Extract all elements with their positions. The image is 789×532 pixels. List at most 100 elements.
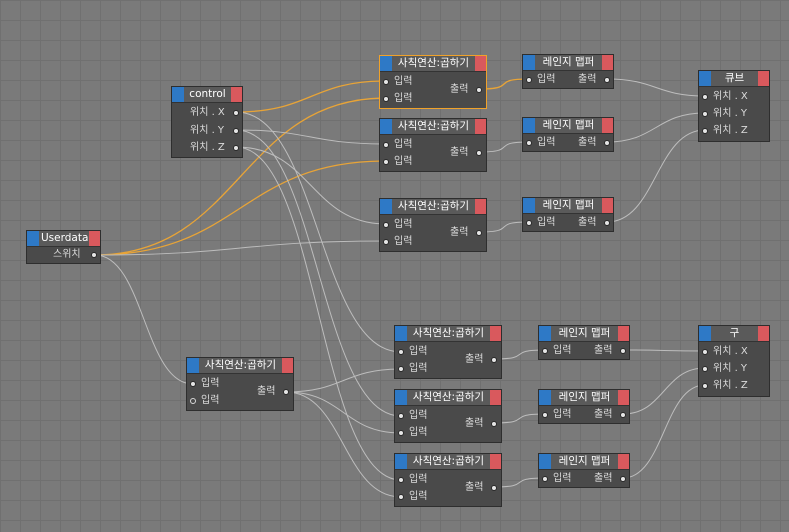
output-port[interactable] — [476, 150, 482, 156]
node-header[interactable]: 구 — [699, 326, 769, 342]
node-close-icon[interactable] — [758, 71, 769, 86]
node-close-icon[interactable] — [89, 231, 100, 246]
input-port-2[interactable] — [398, 430, 404, 436]
input-port-2[interactable] — [383, 159, 389, 165]
node-header[interactable]: 레인지 맵퍼 — [539, 390, 629, 406]
range-mapper-node-6[interactable]: 레인지 맵퍼 입력 출력 — [538, 453, 630, 488]
node-header[interactable]: control — [172, 87, 242, 103]
node-header[interactable]: 레인지 맵퍼 — [539, 454, 629, 470]
input-port-1[interactable] — [383, 222, 389, 228]
node-close-icon[interactable] — [618, 390, 629, 405]
node-close-icon[interactable] — [602, 118, 613, 133]
input-port[interactable] — [526, 77, 532, 83]
input-port-1[interactable] — [398, 477, 404, 483]
input-port-z[interactable] — [702, 383, 708, 389]
node-type-icon — [395, 454, 407, 469]
node-header[interactable]: 사칙연산:곱하기 — [380, 199, 486, 215]
node-header[interactable]: 사칙연산:곱하기 — [395, 326, 501, 342]
input-port-2-unconnected[interactable] — [190, 398, 196, 404]
range-mapper-node-4[interactable]: 레인지 맵퍼 입력 출력 — [538, 325, 630, 360]
output-port[interactable] — [604, 140, 610, 146]
wire-mapper-2-to-cube-y — [606, 112, 706, 143]
node-header[interactable]: 사칙연산:곱하기 — [187, 358, 293, 374]
output-port-z[interactable] — [233, 145, 239, 151]
input-port-1[interactable] — [383, 142, 389, 148]
node-header[interactable]: 사칙연산:곱하기 — [380, 119, 486, 135]
node-header[interactable]: 사칙연산:곱하기 — [395, 390, 501, 406]
output-port[interactable] — [604, 77, 610, 83]
input-port-2[interactable] — [383, 239, 389, 245]
node-close-icon[interactable] — [282, 358, 293, 373]
cube-node[interactable]: 큐브 위치 . X 위치 . Y 위치 . Z — [698, 70, 770, 142]
math-node-6[interactable]: 사칙연산:곱하기 입력 입력 출력 — [394, 453, 502, 507]
input-port-y[interactable] — [702, 366, 708, 372]
node-close-icon[interactable] — [618, 326, 629, 341]
output-port[interactable] — [620, 348, 626, 354]
input-port[interactable] — [526, 220, 532, 226]
node-close-icon[interactable] — [475, 119, 486, 134]
node-title: 구 — [729, 327, 740, 339]
input-port-1[interactable] — [398, 413, 404, 419]
range-mapper-node-3[interactable]: 레인지 맵퍼 입력 출력 — [522, 197, 614, 232]
node-close-icon[interactable] — [490, 390, 501, 405]
input-port[interactable] — [542, 412, 548, 418]
input-port-1[interactable] — [398, 349, 404, 355]
input-port[interactable] — [542, 476, 548, 482]
node-close-icon[interactable] — [475, 56, 486, 71]
input-port-x[interactable] — [702, 349, 708, 355]
output-port[interactable] — [604, 220, 610, 226]
node-close-icon[interactable] — [490, 326, 501, 341]
output-port-y[interactable] — [233, 128, 239, 134]
output-port[interactable] — [491, 421, 497, 427]
control-node[interactable]: control 위치 . X 위치 . Y 위치 . Z — [171, 86, 243, 158]
input-port[interactable] — [542, 348, 548, 354]
output-port[interactable] — [476, 87, 482, 93]
output-port[interactable] — [491, 357, 497, 363]
input-port-1[interactable] — [190, 381, 196, 387]
math-node-2[interactable]: 사칙연산:곱하기 입력 입력 출력 — [379, 118, 487, 172]
sphere-node[interactable]: 구 위치 . X 위치 . Y 위치 . Z — [698, 325, 770, 397]
node-header[interactable]: 레인지 맵퍼 — [539, 326, 629, 342]
math-node-5[interactable]: 사칙연산:곱하기 입력 입력 출력 — [394, 389, 502, 443]
input-port-2[interactable] — [398, 494, 404, 500]
output-port[interactable] — [476, 230, 482, 236]
node-header[interactable]: Userdata — [27, 231, 100, 247]
input-label: 입력 — [409, 363, 428, 374]
output-port-switch[interactable] — [91, 252, 97, 258]
range-mapper-node-5[interactable]: 레인지 맵퍼 입력 출력 — [538, 389, 630, 424]
input-label: 입력 — [201, 395, 220, 406]
node-header[interactable]: 레인지 맵퍼 — [523, 198, 613, 214]
input-port-1[interactable] — [383, 79, 389, 85]
output-port[interactable] — [491, 485, 497, 491]
node-close-icon[interactable] — [490, 454, 501, 469]
input-port-2[interactable] — [383, 96, 389, 102]
node-close-icon[interactable] — [758, 326, 769, 341]
node-close-icon[interactable] — [602, 55, 613, 70]
node-close-icon[interactable] — [602, 198, 613, 213]
math-node-7[interactable]: 사칙연산:곱하기 입력 입력 출력 — [186, 357, 294, 411]
input-port[interactable] — [526, 140, 532, 146]
node-header[interactable]: 큐브 — [699, 71, 769, 87]
userdata-node[interactable]: Userdata 스위치 — [26, 230, 101, 264]
output-port[interactable] — [620, 476, 626, 482]
output-port[interactable] — [620, 412, 626, 418]
node-header[interactable]: 사칙연산:곱하기 — [395, 454, 501, 470]
node-header[interactable]: 사칙연산:곱하기 — [380, 56, 486, 72]
input-port-z[interactable] — [702, 128, 708, 134]
math-node-4[interactable]: 사칙연산:곱하기 입력 입력 출력 — [394, 325, 502, 379]
output-port[interactable] — [283, 389, 289, 395]
output-port-x[interactable] — [233, 110, 239, 116]
range-mapper-node-1[interactable]: 레인지 맵퍼 입력 출력 — [522, 54, 614, 89]
node-close-icon[interactable] — [618, 454, 629, 469]
wire-control-z-to-math-3 — [235, 146, 387, 225]
node-header[interactable]: 레인지 맵퍼 — [523, 55, 613, 71]
node-close-icon[interactable] — [231, 87, 242, 102]
node-header[interactable]: 레인지 맵퍼 — [523, 118, 613, 134]
node-close-icon[interactable] — [475, 199, 486, 214]
input-port-y[interactable] — [702, 111, 708, 117]
math-node-3[interactable]: 사칙연산:곱하기 입력 입력 출력 — [379, 198, 487, 252]
math-node-1[interactable]: 사칙연산:곱하기 입력 입력 출력 — [379, 55, 487, 109]
input-port-2[interactable] — [398, 366, 404, 372]
input-port-x[interactable] — [702, 94, 708, 100]
range-mapper-node-2[interactable]: 레인지 맵퍼 입력 출력 — [522, 117, 614, 152]
